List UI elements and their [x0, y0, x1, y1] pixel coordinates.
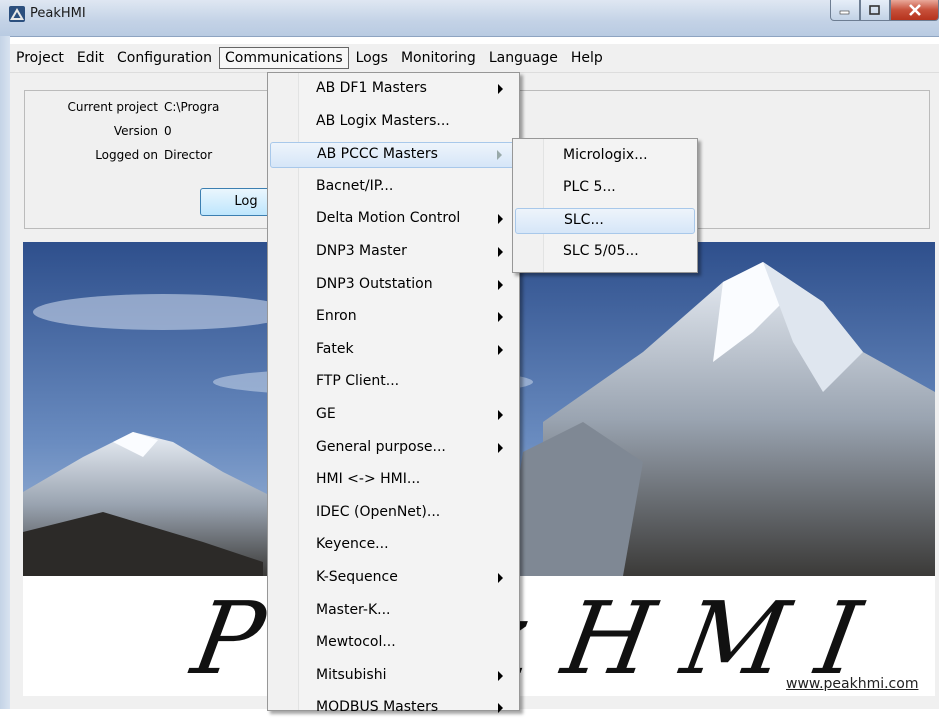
- submenu-arrow-icon: [498, 344, 503, 355]
- current-project-value: C:\Progra: [164, 100, 220, 114]
- ab-pccc-submenu: Micrologix... PLC 5... SLC... SLC 5/05...: [512, 138, 698, 273]
- submenu-arrow-icon: [498, 703, 503, 714]
- logged-on-label: Logged on: [95, 148, 158, 162]
- comm-menu-item[interactable]: Enron: [270, 305, 517, 329]
- pccc-submenu-item[interactable]: SLC...: [515, 208, 695, 234]
- comm-menu-item[interactable]: Delta Motion Control: [270, 207, 517, 231]
- website-link[interactable]: www.peakhmi.com: [786, 676, 918, 692]
- comm-menu-item[interactable]: AB Logix Masters...: [270, 110, 517, 134]
- version-value: 0: [164, 124, 172, 138]
- submenu-arrow-icon: [498, 670, 503, 681]
- comm-menu-item[interactable]: Bacnet/IP...: [270, 175, 517, 199]
- submenu-arrow-icon: [498, 442, 503, 453]
- menu-bar: Project Edit Configuration Communication…: [10, 44, 939, 73]
- comm-menu-item[interactable]: GE: [270, 403, 517, 427]
- menu-logs[interactable]: Logs: [350, 47, 394, 69]
- comm-menu-item[interactable]: Keyence...: [270, 533, 517, 557]
- submenu-arrow-icon: [498, 214, 503, 225]
- pccc-submenu-item-label: SLC 5/05...: [563, 243, 639, 259]
- comm-menu-item[interactable]: Fatek: [270, 338, 517, 362]
- comm-menu-item-label: IDEC (OpenNet)...: [316, 503, 441, 520]
- submenu-arrow-icon: [498, 279, 503, 290]
- comm-menu-item-label: DNP3 Outstation: [316, 275, 433, 292]
- menu-communications[interactable]: Communications: [218, 47, 349, 69]
- comm-menu-item[interactable]: MODBUS Masters: [270, 696, 517, 720]
- pccc-submenu-item-label: Micrologix...: [563, 147, 648, 163]
- comm-menu-item-label: FTP Client...: [316, 373, 400, 390]
- close-button[interactable]: [890, 0, 939, 21]
- logged-on-row: Logged on Director: [40, 148, 212, 162]
- comm-menu-item[interactable]: AB PCCC Masters: [270, 142, 517, 169]
- comm-menu-item-label: AB PCCC Masters: [317, 146, 438, 163]
- comm-menu-item[interactable]: K-Sequence: [270, 566, 517, 590]
- comm-menu-item[interactable]: DNP3 Outstation: [270, 273, 517, 297]
- peakhmi-app-icon: [9, 6, 25, 22]
- minimize-button[interactable]: [830, 0, 860, 21]
- submenu-arrow-icon: [498, 410, 503, 420]
- version-row: Version 0: [40, 124, 172, 138]
- comm-menu-item[interactable]: DNP3 Master: [270, 240, 517, 264]
- submenu-arrow-icon: [498, 312, 503, 323]
- submenu-arrow-icon: [498, 573, 503, 583]
- comm-menu-item-label: HMI <-> HMI...: [316, 471, 421, 488]
- comm-menu-item[interactable]: HMI <-> HMI...: [270, 468, 517, 492]
- menu-help[interactable]: Help: [565, 47, 609, 69]
- current-project-row: Current project C:\Progra: [40, 100, 219, 114]
- comm-menu-item-label: MODBUS Masters: [316, 699, 439, 716]
- submenu-arrow-icon: [497, 150, 502, 161]
- comm-menu-item[interactable]: General purpose...: [270, 436, 517, 460]
- comm-menu-item-label: Enron: [316, 308, 357, 325]
- comm-menu-item-label: Mewtocol...: [316, 634, 396, 651]
- menu-project[interactable]: Project: [10, 47, 70, 69]
- comm-menu-item-label: Keyence...: [316, 536, 389, 553]
- minimize-icon: [839, 10, 850, 15]
- comm-menu-item[interactable]: IDEC (OpenNet)...: [270, 501, 517, 525]
- menu-edit[interactable]: Edit: [71, 47, 110, 69]
- maximize-icon: [869, 5, 880, 15]
- pccc-submenu-item[interactable]: PLC 5...: [515, 176, 695, 200]
- window-title: PeakHMI: [30, 6, 86, 21]
- pccc-submenu-item-label: SLC...: [564, 212, 604, 228]
- comm-menu-item-label: K-Sequence: [316, 569, 398, 585]
- menu-monitoring[interactable]: Monitoring: [395, 47, 482, 69]
- comm-menu-item[interactable]: FTP Client...: [270, 370, 517, 394]
- communications-menu: AB DF1 Masters AB Logix Masters... AB PCCC…: [267, 72, 520, 715]
- current-project-label: Current project: [67, 100, 158, 114]
- comm-menu-item-label: General purpose...: [316, 438, 446, 455]
- logged-on-value: Director: [164, 148, 213, 162]
- submenu-arrow-icon: [498, 247, 503, 257]
- comm-menu-item[interactable]: Mitsubishi: [270, 664, 517, 688]
- comm-menu-item-label: Mitsubishi: [316, 666, 387, 683]
- comm-menu-item-label: DNP3 Master: [316, 243, 407, 259]
- menu-language[interactable]: Language: [483, 47, 564, 69]
- comm-menu-item[interactable]: Master-K...: [270, 599, 517, 623]
- comm-menu-item-label: Delta Motion Control: [316, 210, 461, 227]
- pccc-submenu-item[interactable]: Micrologix...: [515, 144, 695, 168]
- comm-menu-item-label: Bacnet/IP...: [316, 177, 394, 194]
- window-left-border: [0, 36, 10, 709]
- menu-configuration[interactable]: Configuration: [111, 47, 218, 69]
- comm-menu-item-label: AB DF1 Masters: [316, 80, 427, 96]
- pccc-submenu-item-label: PLC 5...: [563, 179, 616, 195]
- title-bar: PeakHMI: [0, 0, 939, 37]
- submenu-arrow-icon: [498, 84, 503, 94]
- comm-menu-item-label: Master-K...: [316, 601, 391, 618]
- maximize-button[interactable]: [860, 0, 890, 21]
- comm-menu-item[interactable]: AB DF1 Masters: [270, 77, 517, 101]
- pccc-submenu-item[interactable]: SLC 5/05...: [515, 240, 695, 264]
- comm-menu-item[interactable]: Mewtocol...: [270, 631, 517, 655]
- comm-menu-item-label: GE: [316, 406, 336, 422]
- close-icon: [908, 4, 921, 16]
- comm-menu-item-label: Fatek: [316, 340, 354, 357]
- version-label: Version: [113, 124, 158, 138]
- comm-menu-item-label: AB Logix Masters...: [316, 112, 450, 129]
